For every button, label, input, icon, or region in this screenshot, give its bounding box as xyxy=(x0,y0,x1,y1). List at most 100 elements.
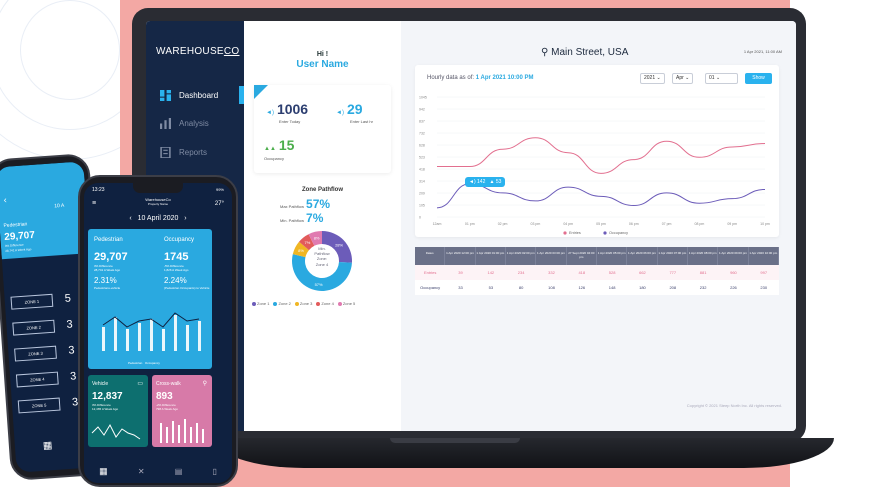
pathflow-title: Zone Pathflow xyxy=(302,187,343,193)
table-cell: 80 xyxy=(518,285,524,290)
scan-icon[interactable]: ✕ xyxy=(138,467,145,476)
back-arrow-icon[interactable]: ‹ xyxy=(3,195,7,205)
table-header-cell: 1 Apr 2020 12:00 pm xyxy=(445,247,476,265)
document-icon[interactable]: ▯ xyxy=(212,467,216,476)
table-row: Occupancy 33 53 80 108 126 148 180 208 232 226 230 xyxy=(415,280,779,295)
vehicle-sparkline xyxy=(91,423,141,440)
prev-date-button[interactable]: ‹ xyxy=(129,215,131,222)
table-header-cell: Dates xyxy=(415,247,446,265)
table-cell: 418 xyxy=(578,270,586,275)
row-label: Entries xyxy=(423,270,437,275)
laptop-screen: WAREHOUSECO Dashboard Analysis Reports H… xyxy=(146,21,796,431)
reports-icon xyxy=(160,147,171,158)
dashboard-icon xyxy=(160,90,171,101)
stat-label: Enter Last hr xyxy=(350,119,373,124)
zone-1-button[interactable]: ZONE 1 xyxy=(10,293,54,310)
series-line-entries xyxy=(437,137,766,174)
mini-chart-legend: Pedestrian Occupancy xyxy=(128,361,160,365)
legend-label: Occupancy xyxy=(609,231,628,235)
pathflow-legend: Zone 1 Zone 2 Zone 3 Zone 4 Zone 5 xyxy=(252,301,355,306)
location-title: ⚲ Main Street, USA xyxy=(541,47,629,58)
pedestrian-occupancy-card[interactable]: Pedestrian Occupancy 29,707 1745 3% Diff… xyxy=(88,229,212,369)
legend-zone-1: Zone 1 xyxy=(252,301,269,306)
chart-tooltip: ◄) 142 ▲ 53 xyxy=(465,177,506,187)
scene: WAREHOUSECO Dashboard Analysis Reports H… xyxy=(0,0,873,487)
zone-value: 3 xyxy=(66,318,74,331)
next-date-button[interactable]: › xyxy=(184,215,186,222)
analysis-icon xyxy=(160,118,171,129)
donut-center-label: Min. Pathflow Zone: Zone 4 xyxy=(314,246,330,267)
summary-panel: Hi ! User Name ◄) 1006 Enter Today ◄) 29… xyxy=(244,21,401,431)
y-tick-label: 942 xyxy=(419,108,425,112)
table-header-cell: 1 Apr 2020 08:00 pm xyxy=(688,247,719,265)
grid-icon[interactable]: ▦ xyxy=(43,440,53,452)
y-tick-label: 105 xyxy=(419,204,425,208)
legend-zone-4: Zone 4 xyxy=(316,301,334,306)
hourly-table: Dates 1 Apr 2020 12:00 pm 1 Apr 2020 01:00… xyxy=(415,247,779,295)
table-cell: 528 xyxy=(608,270,616,275)
table-header-cell: 1 Apr 2020 05:00 pm xyxy=(597,247,628,265)
table-header-cell: 27 Sept 2020 04:00 pm xyxy=(567,247,597,265)
grid-icon[interactable]: ▦ xyxy=(99,466,108,477)
table-cell: 960 xyxy=(730,270,737,275)
x-tick-label: 12am xyxy=(433,222,442,226)
main-content: ⚲ Main Street, USA 1 Apr 2021, 11:00 AM … xyxy=(401,21,796,431)
table-cell: 332 xyxy=(548,270,555,275)
phone-app-header: WarehouseCo Property Name xyxy=(145,197,171,206)
table-cell: 230 xyxy=(760,285,768,290)
table-header: Dates 1 Apr 2020 12:00 pm 1 Apr 2020 01:00… xyxy=(415,247,779,265)
row-label: Occupancy xyxy=(420,285,441,290)
table-header-cell: 1 Apr 2020 02:00 pm xyxy=(506,247,537,265)
table-cell: 232 xyxy=(699,285,707,290)
y-tick-label: 628 xyxy=(419,144,425,148)
pedestrian-walk-icon: ⚲ xyxy=(202,381,207,387)
phone-back-date: 10 A xyxy=(54,202,65,210)
stat-enter-last-hr: ◄) 29 xyxy=(336,101,363,117)
donut-slice-label: 8% xyxy=(298,248,304,253)
calendar-icon[interactable]: ▤ xyxy=(175,467,183,476)
phone-notch xyxy=(133,183,183,193)
y-tick-label: 418 xyxy=(419,168,425,172)
sidebar-item-dashboard[interactable]: Dashboard xyxy=(160,90,218,101)
x-tick-label: 04 pm xyxy=(563,222,573,226)
sidebar-item-label: Analysis xyxy=(179,119,209,128)
zone-5-button[interactable]: ZONE 5 xyxy=(17,397,61,414)
x-tick-label: 01 pm xyxy=(465,222,475,226)
crosswalk-bars xyxy=(160,419,204,443)
stat-value: 29 xyxy=(346,101,363,117)
hourly-chart-card: Hourly data as of: 1 Apr 2021 10:00 PM 2… xyxy=(415,65,779,237)
hourly-line-chart: 1045 942 837 732 628 523 418 314 209 105 0 12am 01 p… xyxy=(419,96,770,236)
series-line-occupancy xyxy=(436,183,766,209)
y-tick-label: 1045 xyxy=(419,96,427,100)
stat-value: 1006 xyxy=(276,101,309,117)
x-tick-label: 05 pm xyxy=(596,222,606,226)
zone-2-button[interactable]: ZONE 2 xyxy=(12,319,56,336)
entry-icon: ◄) xyxy=(336,110,344,116)
brand-logo: WAREHOUSECO xyxy=(156,46,240,57)
table-cell: 777 xyxy=(669,270,677,275)
zone-4-button[interactable]: ZONE 4 xyxy=(15,371,59,388)
legend-marker xyxy=(603,231,607,235)
table-cell: 662 xyxy=(639,270,646,275)
legend-zone-5: Zone 5 xyxy=(337,301,355,306)
donut-slice-label: 8% xyxy=(314,236,320,241)
phone-date-nav: ‹ 10 April 2020 › xyxy=(129,215,187,222)
card-corner xyxy=(254,85,268,99)
sidebar-item-reports[interactable]: Reports xyxy=(160,147,207,158)
sidebar-item-analysis[interactable]: Analysis xyxy=(160,118,209,129)
y-tick-label: 0 xyxy=(419,216,421,220)
laptop-hinge xyxy=(390,438,520,443)
table-cell: 126 xyxy=(578,285,586,290)
y-tick-label: 314 xyxy=(419,180,425,184)
zone-3-button[interactable]: ZONE 3 xyxy=(14,345,57,362)
table-cell: 142 xyxy=(487,270,495,275)
x-tick-label: 10 pm xyxy=(760,222,770,226)
table-cell: 208 xyxy=(669,285,677,290)
vehicle-card[interactable]: Vehicle ▭ 12,837 3% Difference 12,465 A … xyxy=(88,375,148,447)
phone-time: 13:23 xyxy=(92,187,105,193)
max-pathflow: Max Pathflow 57% xyxy=(280,197,331,211)
legend-zone-2: Zone 2 xyxy=(273,301,291,306)
crosswalk-card[interactable]: Cross-walk ⚲ 893 -2% Difference 798 A We… xyxy=(152,375,212,447)
donut-slice-label: 57% xyxy=(315,282,323,287)
stat-label: Enter Today xyxy=(279,119,301,124)
